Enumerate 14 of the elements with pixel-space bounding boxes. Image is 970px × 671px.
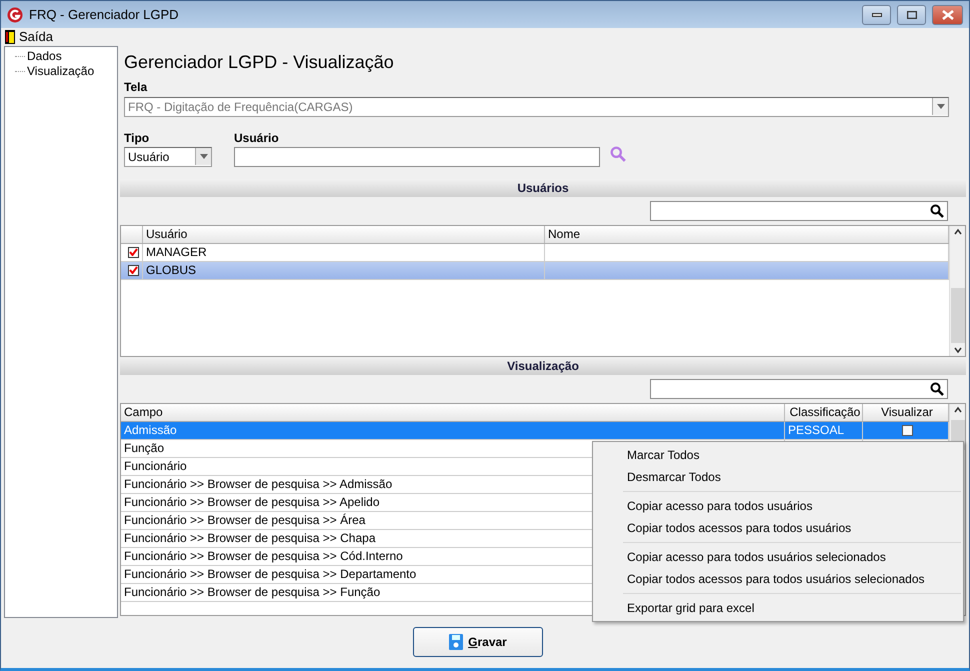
section-header: Usuários	[120, 178, 966, 197]
table-cell: PESSOAL	[788, 422, 844, 440]
column-header: Usuário	[143, 226, 545, 243]
window-title: FRQ - Gerenciador LGPD	[29, 7, 180, 22]
section-header: Visualização	[120, 357, 966, 376]
table-cell: GLOBUS	[143, 262, 545, 279]
field-label: Usuário	[234, 130, 280, 145]
page-heading: Gerenciador LGPD - Visualização	[123, 51, 395, 74]
table-cell: Admissão	[121, 422, 785, 440]
field-label: Tipo	[124, 130, 150, 145]
table-cell: MANAGER	[143, 244, 545, 261]
column-header: Campo	[121, 404, 785, 422]
field-label: Tela	[124, 80, 148, 94]
column-header: Classificação	[785, 404, 863, 422]
